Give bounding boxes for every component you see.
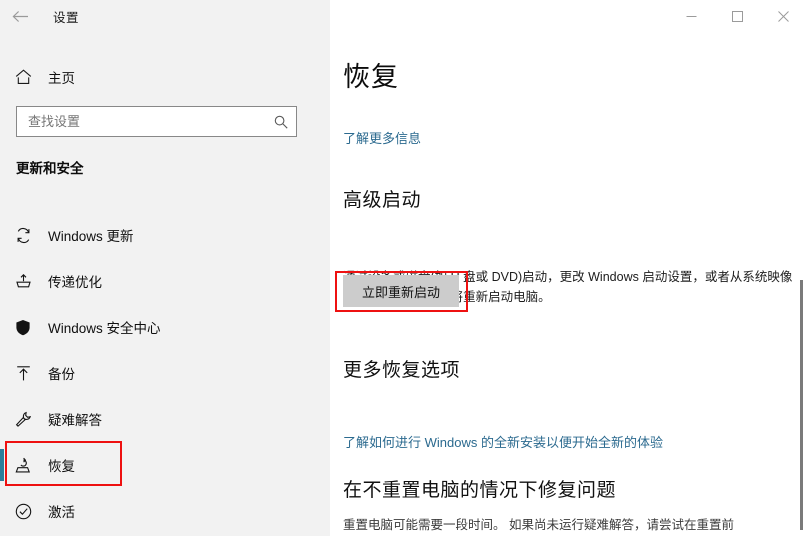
back-arrow-icon[interactable]	[0, 0, 40, 32]
sidebar-item-delivery-optimization[interactable]: 传递优化	[0, 258, 330, 304]
search-icon[interactable]	[266, 115, 296, 129]
wrench-icon	[0, 411, 46, 428]
sidebar-item-label: 传递优化	[48, 275, 102, 290]
fresh-install-link[interactable]: 了解如何进行 Windows 的全新安装以便开始全新的体验	[343, 432, 663, 451]
title-bar: 设置	[0, 0, 806, 32]
sidebar-item-label: 恢复	[48, 459, 75, 474]
learn-more-link[interactable]: 了解更多信息	[343, 128, 421, 147]
sidebar-item-windows-security[interactable]: Windows 安全中心	[0, 304, 330, 350]
fix-problems-heading: 在不重置电脑的情况下修复问题	[343, 480, 617, 501]
sidebar-item-label: 疑难解答	[48, 413, 102, 428]
recovery-icon	[0, 457, 46, 474]
advanced-startup-heading: 高级启动	[343, 190, 422, 211]
home-icon	[0, 69, 46, 85]
sidebar-item-activation[interactable]: 激活	[0, 488, 330, 534]
window-controls	[668, 0, 806, 32]
delivery-icon	[0, 273, 46, 290]
content-scrollbar[interactable]	[800, 280, 803, 530]
sidebar-nav: Windows 更新 传递优化 Windows 安全中心 备份 疑难解答 恢复 …	[0, 212, 330, 534]
sidebar-item-windows-update[interactable]: Windows 更新	[0, 212, 330, 258]
sidebar: 主页 更新和安全	[0, 32, 330, 536]
search-input[interactable]	[17, 114, 266, 129]
sidebar-item-label: 激活	[48, 505, 75, 520]
title-bar-left: 设置	[0, 0, 330, 32]
sidebar-item-backup[interactable]: 备份	[0, 350, 330, 396]
sidebar-item-troubleshoot[interactable]: 疑难解答	[0, 396, 330, 442]
window-title: 设置	[53, 10, 80, 25]
restart-now-button[interactable]: 立即重新启动	[343, 275, 459, 307]
sidebar-item-recovery[interactable]: 恢复	[0, 442, 330, 488]
upload-icon	[0, 365, 46, 382]
sidebar-item-label: Windows 安全中心	[48, 321, 161, 336]
main-content: 恢复 了解更多信息 高级启动 通过设备或磁盘(如 U 盘或 DVD)启动，更改 …	[330, 32, 806, 536]
sidebar-item-label: 备份	[48, 367, 75, 382]
more-recovery-options-heading: 更多恢复选项	[343, 360, 461, 381]
shield-icon	[0, 319, 46, 336]
page-title: 恢复	[343, 62, 399, 92]
maximize-button[interactable]	[714, 0, 760, 32]
title-bar-right	[330, 0, 806, 32]
sidebar-item-home[interactable]: 主页	[0, 60, 330, 94]
sidebar-category-title: 更新和安全	[16, 161, 84, 176]
sidebar-home-label: 主页	[48, 71, 75, 86]
sync-icon	[0, 227, 46, 244]
search-box[interactable]	[16, 106, 297, 137]
minimize-button[interactable]	[668, 0, 714, 32]
fix-problems-description: 重置电脑可能需要一段时间。 如果尚未运行疑难解答，请尝试在重置前	[343, 518, 734, 532]
sidebar-item-label: Windows 更新	[48, 229, 134, 244]
selection-indicator	[0, 449, 4, 481]
close-button[interactable]	[760, 0, 806, 32]
settings-window: 设置 主页 查找设置 更新和安全 Windows 更新 传递优化 Windows…	[0, 0, 806, 536]
check-circle-icon	[0, 503, 46, 520]
